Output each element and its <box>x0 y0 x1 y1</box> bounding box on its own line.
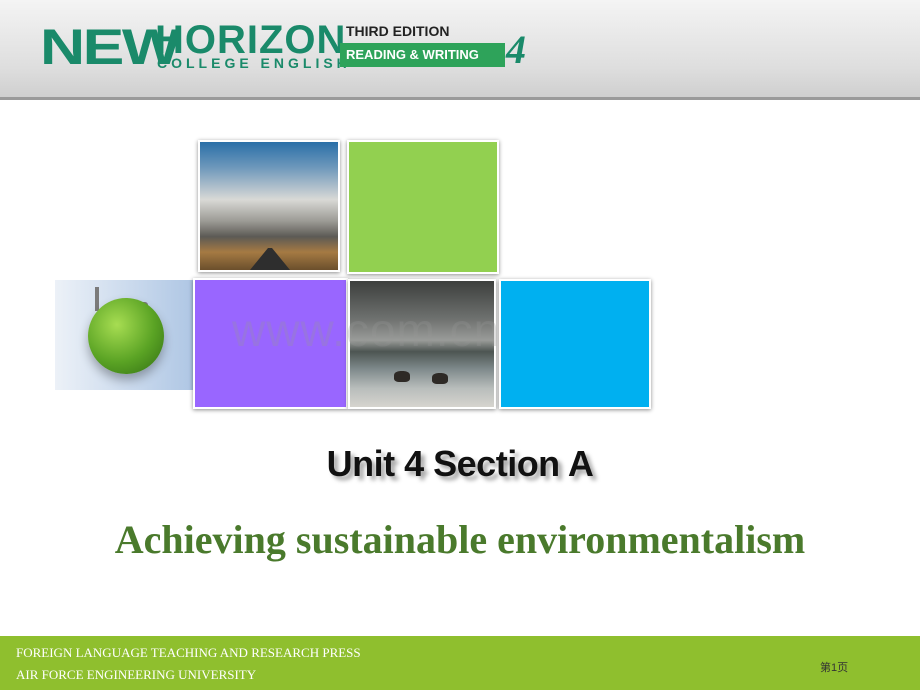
globe-tower <box>95 287 99 311</box>
unit-title: Unit 4 Section A <box>326 443 594 484</box>
logo-college-english: COLLEGE ENGLISH <box>157 55 351 71</box>
edition-label: THIRD EDITION <box>346 23 450 39</box>
publisher-line-2: AIR FORCE ENGINEERING UNIVERSITY <box>16 667 257 682</box>
smoke-road-photo <box>198 140 340 272</box>
logo-horizon: HORIZON <box>155 18 347 62</box>
page-number: 第1页 <box>820 662 849 674</box>
blue-tile <box>499 279 651 409</box>
watermark: www.com.cn <box>232 304 501 356</box>
yak-shape <box>394 371 410 382</box>
green-tile <box>347 140 499 274</box>
slide-subtitle: Achieving sustainable environmentalism <box>114 517 806 562</box>
publisher-line-1: FOREIGN LANGUAGE TEACHING AND RESEARCH P… <box>16 645 361 660</box>
yak-shape <box>432 373 448 384</box>
green-globe-image <box>88 298 164 374</box>
series-label: READING & WRITING <box>346 47 479 62</box>
book-number: 4 <box>506 27 526 72</box>
road-shape <box>250 248 290 270</box>
